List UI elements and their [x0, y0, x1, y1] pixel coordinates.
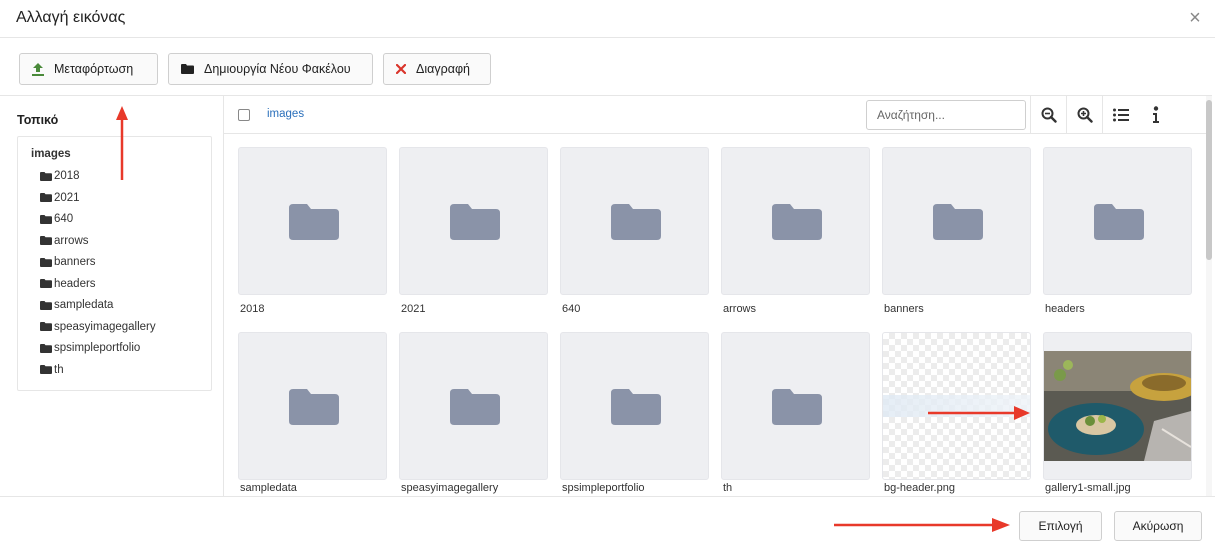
folder-icon	[40, 214, 53, 224]
tile-label: banners	[884, 303, 924, 315]
breadcrumb[interactable]: images	[267, 108, 304, 120]
tile-label: sampledata	[240, 482, 297, 494]
folder-tile[interactable]	[238, 147, 387, 295]
tree-item-label: 2018	[54, 170, 80, 182]
tile-label: 640	[562, 303, 581, 315]
change-image-dialog: Αλλαγή εικόνας × Μεταφόρτωση Δημιουργία …	[0, 0, 1215, 546]
folder-icon	[40, 365, 53, 374]
cancel-button[interactable]: Ακύρωση	[1114, 511, 1202, 541]
tile-label: gallery1-small.jpg	[1045, 482, 1131, 494]
folder-icon	[289, 389, 339, 425]
tree-item[interactable]: arrows	[40, 235, 89, 247]
tree-item-label: 2021	[54, 191, 80, 204]
folder-tile[interactable]	[560, 147, 709, 295]
folder-icon	[181, 64, 194, 74]
folder-tile[interactable]	[238, 332, 387, 480]
zoom-in-icon[interactable]	[1066, 96, 1102, 134]
tile-label: arrows	[723, 303, 757, 315]
image-thumbnail	[883, 395, 1030, 417]
folder-icon	[40, 257, 53, 267]
folder-tile[interactable]	[721, 147, 870, 295]
upload-label: Μεταφόρτωση	[54, 62, 134, 76]
info-icon[interactable]	[1138, 96, 1174, 134]
dialog-footer: Επιλογή Ακύρωση	[0, 496, 1215, 546]
image-thumbnail	[1044, 351, 1191, 461]
tree-item-label: speasyimagegallery	[54, 320, 156, 333]
folder-icon	[1094, 204, 1144, 240]
tree-item-label: headers	[54, 277, 96, 290]
folder-tile[interactable]	[1043, 147, 1192, 295]
folder-tile[interactable]	[560, 332, 709, 480]
file-browser: images 2018 2021 640 arrows banners headers sa…	[224, 96, 1212, 496]
folder-icon	[40, 279, 53, 288]
close-icon[interactable]: ×	[1185, 8, 1205, 28]
image-tile[interactable]	[1043, 332, 1192, 480]
folder-icon	[40, 322, 53, 331]
tree-item[interactable]: sampledata	[40, 299, 113, 311]
folder-icon	[40, 343, 53, 353]
scrollbar-thumb[interactable]	[1206, 100, 1212, 260]
select-button[interactable]: Επιλογή	[1019, 511, 1102, 541]
sidebar: Τοπικό images 2018 2021 640 arrows banners he…	[0, 96, 224, 496]
list-view-icon[interactable]	[1102, 96, 1138, 134]
tile-label: headers	[1045, 303, 1085, 315]
image-tile[interactable]	[882, 332, 1031, 480]
media-toolbar: Μεταφόρτωση Δημιουργία Νέου Φακέλου Διαγ…	[0, 38, 1212, 96]
upload-button[interactable]: Μεταφόρτωση	[19, 53, 158, 85]
delete-label: Διαγραφή	[416, 62, 470, 76]
select-all-checkbox[interactable]	[238, 109, 250, 121]
new-folder-label: Δημιουργία Νέου Φακέλου	[204, 62, 351, 76]
tile-label: 2018	[240, 303, 265, 315]
tile-label: spsimpleportfolio	[562, 482, 645, 494]
dialog-title: Αλλαγή εικόνας	[16, 9, 126, 26]
delete-x-icon	[396, 64, 406, 74]
folder-icon	[40, 236, 53, 245]
folder-icon	[40, 193, 53, 202]
folder-icon	[933, 204, 983, 240]
folder-icon	[450, 389, 500, 425]
dialog-header: Αλλαγή εικόνας ×	[0, 0, 1215, 38]
tree-item[interactable]: 2018	[40, 170, 80, 182]
folder-icon	[40, 171, 53, 181]
folder-icon	[450, 204, 500, 240]
folder-icon	[40, 300, 53, 310]
folder-icon	[772, 389, 822, 425]
tree-item[interactable]: 2021	[40, 192, 80, 204]
tree-item[interactable]: headers	[40, 278, 96, 290]
tree-item-label: banners	[54, 256, 96, 268]
upload-icon	[32, 62, 44, 76]
tile-label: 2021	[401, 303, 426, 315]
tile-label: bg-header.png	[884, 482, 955, 494]
folder-icon	[772, 204, 822, 240]
tree-item-label: arrows	[54, 234, 89, 247]
search-input[interactable]	[866, 100, 1026, 130]
folder-icon	[611, 204, 661, 240]
folder-icon	[289, 204, 339, 240]
tile-label: speasyimagegallery	[401, 482, 499, 494]
tree-item-label: th	[54, 363, 64, 376]
tree-item-label: 640	[54, 213, 74, 225]
tree-item[interactable]: th	[40, 364, 64, 376]
sidebar-title: Τοπικό	[17, 113, 59, 127]
tree-item-label: sampledata	[54, 299, 114, 311]
zoom-out-icon[interactable]	[1030, 96, 1066, 134]
tree-item[interactable]: speasyimagegallery	[40, 321, 156, 333]
folder-icon	[611, 389, 661, 425]
tree-item[interactable]: banners	[40, 256, 96, 268]
tree-item[interactable]: 640	[40, 213, 73, 225]
tree-item[interactable]: spsimpleportfolio	[40, 342, 140, 354]
folder-tile[interactable]	[721, 332, 870, 480]
tree-root-images[interactable]: images	[31, 148, 71, 160]
browser-bar: images	[224, 96, 1212, 134]
folder-tile[interactable]	[399, 332, 548, 480]
delete-button[interactable]: Διαγραφή	[383, 53, 491, 85]
tile-label: th	[723, 482, 733, 494]
tree-item-label: spsimpleportfolio	[54, 342, 141, 354]
folder-tile[interactable]	[882, 147, 1031, 295]
folder-tile[interactable]	[399, 147, 548, 295]
folder-tree: images 2018 2021 640 arrows banners headers sa…	[17, 136, 212, 391]
new-folder-button[interactable]: Δημιουργία Νέου Φακέλου	[168, 53, 373, 85]
